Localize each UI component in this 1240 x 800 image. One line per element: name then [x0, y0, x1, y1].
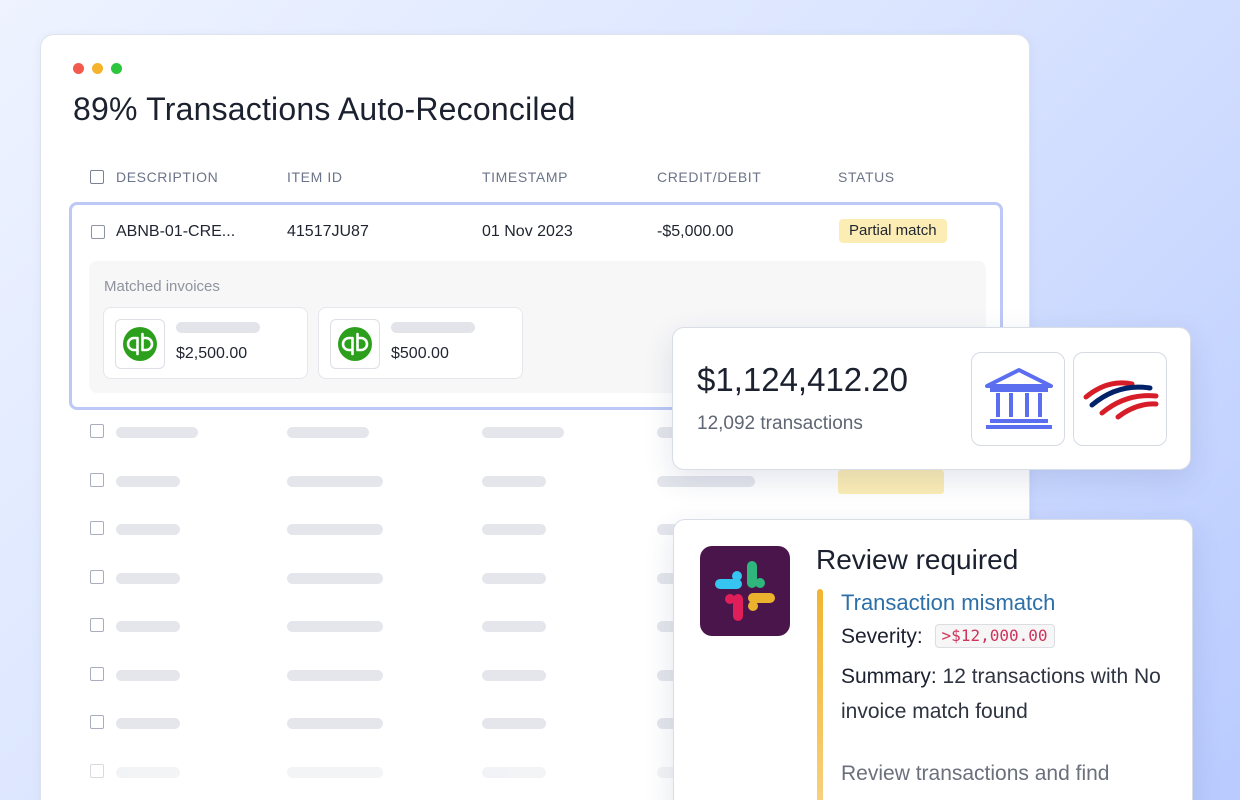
- placeholder-bar: [287, 427, 369, 438]
- row-description: ABNB-01-CRE...: [116, 223, 236, 240]
- invoice-card[interactable]: $2,500.00: [103, 307, 308, 379]
- placeholder-bar: [116, 718, 180, 729]
- invoice-placeholder-bar: [391, 322, 475, 333]
- table-row[interactable]: ABNB-01-CRE... 41517JU87 01 Nov 2023 -$5…: [72, 205, 1000, 259]
- placeholder-bar: [116, 767, 180, 778]
- placeholder-bar: [116, 621, 180, 632]
- balance-card: $1,124,412.20 12,092 transactions: [672, 327, 1191, 470]
- row-checkbox[interactable]: [91, 225, 105, 239]
- severity-row: Severity: >$12,000.00: [841, 624, 1055, 649]
- bank-tile[interactable]: [971, 352, 1065, 446]
- column-header-status[interactable]: STATUS: [838, 169, 895, 185]
- placeholder-bar: [482, 427, 564, 438]
- invoice-amount: $500.00: [391, 345, 449, 362]
- select-all-checkbox[interactable]: [90, 170, 104, 184]
- placeholder-bar: [482, 524, 546, 535]
- row-timestamp: 01 Nov 2023: [482, 223, 573, 240]
- placeholder-bar: [482, 767, 546, 778]
- row-checkbox[interactable]: [90, 715, 104, 729]
- row-checkbox[interactable]: [90, 618, 104, 632]
- bank-of-america-logo: [1083, 380, 1159, 420]
- placeholder-bar: [482, 476, 546, 487]
- placeholder-bar: [116, 427, 198, 438]
- invoice-amount: $2,500.00: [176, 345, 248, 362]
- quickbooks-tile: [330, 319, 380, 369]
- row-checkbox[interactable]: [90, 570, 104, 584]
- placeholder-bar: [287, 573, 383, 584]
- table-header: DESCRIPTION ITEM ID TIMESTAMP CREDIT/DEB…: [41, 167, 1029, 187]
- placeholder-bar: [116, 524, 180, 535]
- row-checkbox[interactable]: [90, 473, 104, 487]
- slack-tile[interactable]: [700, 546, 790, 636]
- column-header-description[interactable]: DESCRIPTION: [116, 169, 218, 185]
- balance-amount: $1,124,412.20: [697, 361, 909, 398]
- column-header-credit-debit[interactable]: CREDIT/DEBIT: [657, 169, 761, 185]
- row-checkbox[interactable]: [90, 764, 104, 778]
- row-checkbox[interactable]: [90, 667, 104, 681]
- placeholder-bar: [657, 476, 755, 487]
- bank-of-america-tile[interactable]: [1073, 352, 1167, 446]
- row-checkbox[interactable]: [90, 521, 104, 535]
- quickbooks-icon: [123, 327, 157, 361]
- column-header-item-id[interactable]: ITEM ID: [287, 169, 343, 185]
- review-card: Review required Transaction mismatch Sev…: [673, 519, 1193, 800]
- placeholder-bar: [287, 670, 383, 681]
- placeholder-bar: [482, 573, 546, 584]
- severity-value: >$12,000.00: [934, 624, 1055, 648]
- review-title: Review required: [816, 544, 1019, 575]
- summary-label: Summary:: [841, 665, 937, 688]
- warning-accent-bar: [817, 589, 823, 800]
- status-badge: Partial match: [839, 219, 947, 243]
- placeholder-bar: [482, 621, 546, 632]
- placeholder-bar: [287, 476, 383, 487]
- review-note: Review transactions and find: [841, 762, 1110, 785]
- placeholder-bar: [116, 573, 180, 584]
- placeholder-bar: [116, 670, 180, 681]
- close-window-button[interactable]: [73, 63, 84, 74]
- placeholder-bar: [287, 524, 383, 535]
- matched-invoices-label: Matched invoices: [104, 278, 220, 295]
- placeholder-bar: [287, 718, 383, 729]
- placeholder-bar: [116, 476, 180, 487]
- transaction-count: 12,092 transactions: [697, 413, 863, 434]
- column-header-timestamp[interactable]: TIMESTAMP: [482, 169, 568, 185]
- quickbooks-icon: [338, 327, 372, 361]
- row-amount: -$5,000.00: [657, 223, 734, 240]
- placeholder-bar: [287, 767, 383, 778]
- placeholder-bar: [482, 670, 546, 681]
- invoice-card[interactable]: $500.00: [318, 307, 523, 379]
- bank-icon: [985, 368, 1053, 429]
- row-item-id: 41517JU87: [287, 223, 369, 240]
- transaction-mismatch-link[interactable]: Transaction mismatch: [841, 590, 1055, 616]
- row-checkbox[interactable]: [90, 424, 104, 438]
- placeholder-bar: [482, 718, 546, 729]
- severity-label: Severity:: [841, 625, 923, 648]
- placeholder-status-badge: [838, 470, 944, 494]
- window-controls: [73, 63, 122, 74]
- table-row[interactable]: [41, 470, 1029, 494]
- summary-row: Summary: 12 transactions with No invoice…: [841, 659, 1181, 729]
- minimize-window-button[interactable]: [92, 63, 103, 74]
- maximize-window-button[interactable]: [111, 63, 122, 74]
- invoice-placeholder-bar: [176, 322, 260, 333]
- page-title: 89% Transactions Auto-Reconciled: [73, 91, 576, 127]
- quickbooks-tile: [115, 319, 165, 369]
- placeholder-bar: [287, 621, 383, 632]
- slack-icon: [715, 561, 775, 621]
